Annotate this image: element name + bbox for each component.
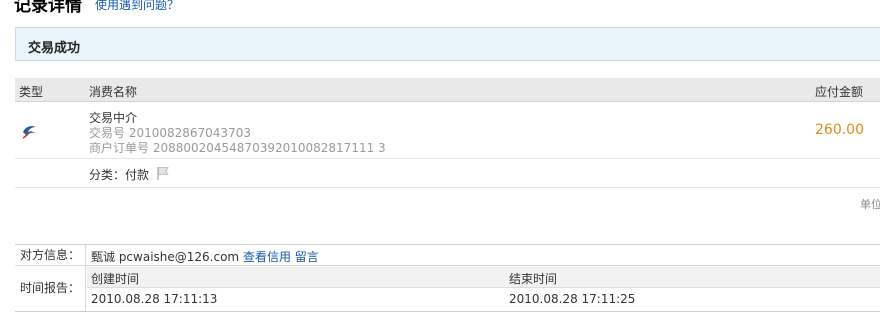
counterparty-info: 甄诚 pcwaishe@126.com 查看信用 留言 <box>91 248 319 265</box>
table-header: 类型 消费名称 应付金额 <box>15 78 880 102</box>
counterparty-name: 甄诚 pcwaishe@126.com <box>91 250 240 264</box>
flag-icon[interactable] <box>155 165 171 181</box>
column-amount-header: 应付金额 <box>815 85 864 99</box>
created-time-header: 创建时间 <box>91 272 140 286</box>
column-name-header: 消费名称 <box>89 85 138 99</box>
status-banner: 交易成功 <box>15 27 880 61</box>
page-title: 记录详情 <box>14 0 82 16</box>
category-label: 分类：付款 <box>89 168 150 182</box>
status-text: 交易成功 <box>28 41 81 56</box>
merchant-order-number: 商户订单号 20880020454870392010082817111 3 <box>89 141 386 155</box>
table-row: 交易中介 交易号 2010082867043703 商户订单号 20880020… <box>15 103 880 159</box>
view-credit-link[interactable]: 查看信用 <box>243 250 291 264</box>
help-link[interactable]: 使用遇到问题？ <box>95 0 179 13</box>
counterparty-row: 对方信息： 甄诚 pcwaishe@126.com 查看信用 留言 <box>15 245 880 266</box>
amount-value: 260.00 <box>815 122 864 138</box>
message-link[interactable]: 留言 <box>295 250 319 264</box>
counterparty-label: 对方信息： <box>15 245 86 265</box>
ended-time-value: 2010.08.28 17:11:25 <box>509 292 636 306</box>
ended-time-header: 结束时间 <box>509 272 558 286</box>
time-report-label: 时间报告： <box>15 266 86 311</box>
swallow-logo-icon <box>22 126 36 139</box>
unit-label: 单位 <box>860 198 880 211</box>
time-header: 创建时间 结束时间 <box>87 267 880 288</box>
info-table: 对方信息： 甄诚 pcwaishe@126.com 查看信用 留言 时间报告： … <box>15 244 880 312</box>
created-time-value: 2010.08.28 17:11:13 <box>91 292 218 306</box>
column-type-header: 类型 <box>19 85 44 99</box>
category-row: 分类：付款 <box>15 160 880 188</box>
